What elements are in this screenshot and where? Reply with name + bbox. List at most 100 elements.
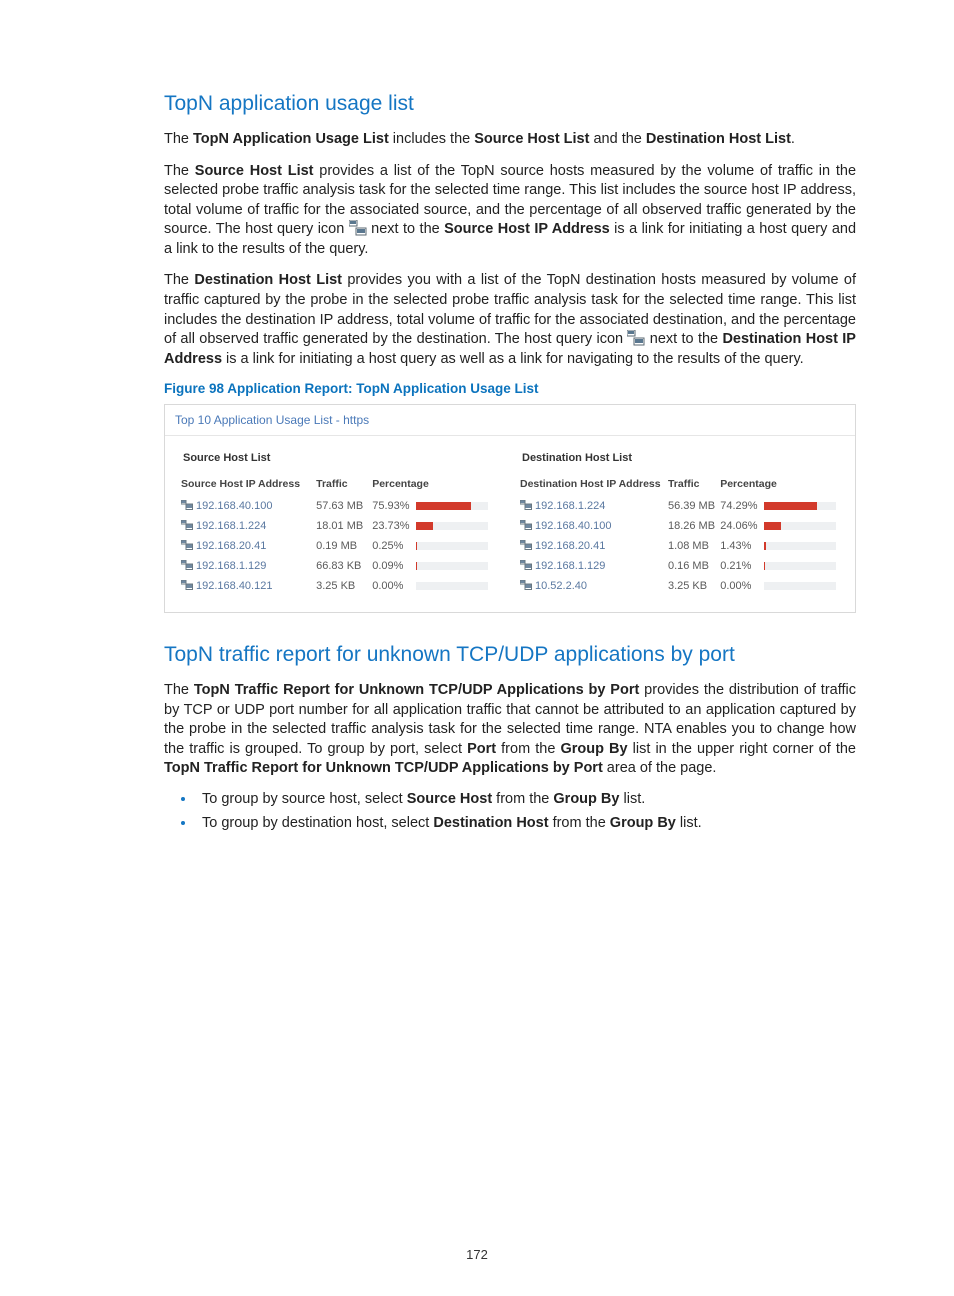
percentage-value: 0.00%	[372, 580, 416, 592]
figure-title: Top 10 Application Usage List - https	[165, 405, 855, 436]
table-row: 192.168.1.22456.39 MB74.29%	[518, 496, 841, 516]
ip-address-link[interactable]: 192.168.1.224	[518, 496, 666, 516]
table-row: 192.168.20.410.19 MB0.25%	[179, 536, 502, 556]
section-heading-topn-app-usage: TopN application usage list	[164, 92, 856, 116]
figure-topn-app-usage-list: Top 10 Application Usage List - https So…	[164, 404, 856, 613]
percentage-value: 0.09%	[372, 560, 416, 572]
text: list.	[619, 791, 645, 807]
percentage-bar	[764, 582, 836, 590]
column-header[interactable]: Traffic	[666, 474, 718, 496]
bold-text: Destination Host	[433, 815, 548, 831]
bold-text: Group By	[610, 815, 676, 831]
list-item: To group by destination host, select Des…	[196, 815, 856, 831]
host-query-icon[interactable]	[520, 580, 532, 590]
bold-text: TopN Traffic Report for Unknown TCP/UDP …	[194, 682, 639, 698]
traffic-value: 57.63 MB	[314, 496, 370, 516]
percentage-bar	[764, 502, 836, 510]
bold-text: Source Host List	[474, 131, 589, 147]
bold-text: Destination Host List	[194, 272, 342, 288]
table-row: 192.168.40.10057.63 MB75.93%	[179, 496, 502, 516]
host-query-icon[interactable]	[181, 520, 193, 530]
percentage-value: 74.29%	[720, 500, 764, 512]
text: list.	[676, 815, 702, 831]
traffic-value: 66.83 KB	[314, 556, 370, 576]
percentage-cell: 23.73%	[370, 516, 502, 536]
percentage-cell: 0.00%	[718, 576, 841, 596]
traffic-value: 0.16 MB	[666, 556, 718, 576]
text: from the	[549, 815, 610, 831]
ip-address-link[interactable]: 192.168.40.121	[179, 576, 314, 596]
text: from the	[496, 741, 560, 757]
bold-text: TopN Traffic Report for Unknown TCP/UDP …	[164, 760, 603, 776]
percentage-value: 24.06%	[720, 520, 764, 532]
text: list in the upper right corner of the	[628, 741, 856, 757]
page-number: 172	[0, 1247, 954, 1262]
ip-address-link[interactable]: 10.52.2.40	[518, 576, 666, 596]
percentage-bar	[764, 522, 836, 530]
ip-address-link[interactable]: 192.168.1.129	[179, 556, 314, 576]
text: The	[164, 163, 195, 179]
bold-text: Group By	[560, 741, 627, 757]
ip-address-link[interactable]: 192.168.40.100	[518, 516, 666, 536]
bullet-list: To group by source host, select Source H…	[164, 791, 856, 831]
ip-address-link[interactable]: 192.168.20.41	[518, 536, 666, 556]
percentage-bar	[416, 502, 488, 510]
table-row: 192.168.20.411.08 MB1.43%	[518, 536, 841, 556]
ip-address-link[interactable]: 192.168.40.100	[179, 496, 314, 516]
ip-address-link[interactable]: 192.168.20.41	[179, 536, 314, 556]
host-query-icon[interactable]	[520, 540, 532, 550]
traffic-value: 56.39 MB	[666, 496, 718, 516]
bold-text: Port	[467, 741, 496, 757]
column-header[interactable]: Source Host IP Address	[179, 474, 314, 496]
percentage-bar	[416, 582, 488, 590]
percentage-value: 0.00%	[720, 580, 764, 592]
percentage-cell: 74.29%	[718, 496, 841, 516]
percentage-bar	[764, 562, 836, 570]
host-query-icon[interactable]	[181, 560, 193, 570]
text: area of the page.	[603, 760, 717, 776]
list-item: To group by source host, select Source H…	[196, 791, 856, 807]
percentage-cell: 1.43%	[718, 536, 841, 556]
paragraph: The TopN Application Usage List includes…	[164, 130, 856, 150]
host-query-icon[interactable]	[181, 540, 193, 550]
bold-text: Group By	[553, 791, 619, 807]
percentage-bar	[416, 522, 488, 530]
panel-title: Source Host List	[183, 452, 502, 464]
host-query-icon[interactable]	[181, 580, 193, 590]
paragraph: The Source Host List provides a list of …	[164, 162, 856, 260]
text: The	[164, 272, 194, 288]
percentage-bar	[416, 542, 488, 550]
paragraph: The TopN Traffic Report for Unknown TCP/…	[164, 681, 856, 779]
traffic-value: 3.25 KB	[666, 576, 718, 596]
text: The	[164, 682, 194, 698]
source-host-table: Source Host IP Address Traffic Percentag…	[179, 474, 502, 596]
ip-address-link[interactable]: 192.168.1.129	[518, 556, 666, 576]
bold-text: Destination Host List	[646, 131, 791, 147]
text: is a link for initiating a host query as…	[222, 351, 804, 367]
percentage-cell: 0.25%	[370, 536, 502, 556]
table-row: 192.168.40.1213.25 KB0.00%	[179, 576, 502, 596]
host-query-icon[interactable]	[520, 500, 532, 510]
host-query-icon[interactable]	[181, 500, 193, 510]
host-query-icon[interactable]	[520, 520, 532, 530]
column-header[interactable]: Percentage	[370, 474, 502, 496]
column-header[interactable]: Destination Host IP Address	[518, 474, 666, 496]
bold-text: Source Host IP Address	[444, 221, 610, 237]
bold-text: TopN Application Usage List	[193, 131, 389, 147]
table-row: 192.168.40.10018.26 MB24.06%	[518, 516, 841, 536]
text: To group by source host, select	[202, 791, 407, 807]
percentage-cell: 0.21%	[718, 556, 841, 576]
host-query-icon	[349, 220, 367, 236]
column-header[interactable]: Traffic	[314, 474, 370, 496]
percentage-value: 0.21%	[720, 560, 764, 572]
host-query-icon[interactable]	[520, 560, 532, 570]
text: The	[164, 131, 193, 147]
column-header[interactable]: Percentage	[718, 474, 841, 496]
percentage-value: 75.93%	[372, 500, 416, 512]
ip-address-link[interactable]: 192.168.1.224	[179, 516, 314, 536]
text: includes the	[389, 131, 474, 147]
bold-text: Source Host	[407, 791, 492, 807]
text: .	[791, 131, 795, 147]
percentage-cell: 24.06%	[718, 516, 841, 536]
table-row: 192.168.1.22418.01 MB23.73%	[179, 516, 502, 536]
